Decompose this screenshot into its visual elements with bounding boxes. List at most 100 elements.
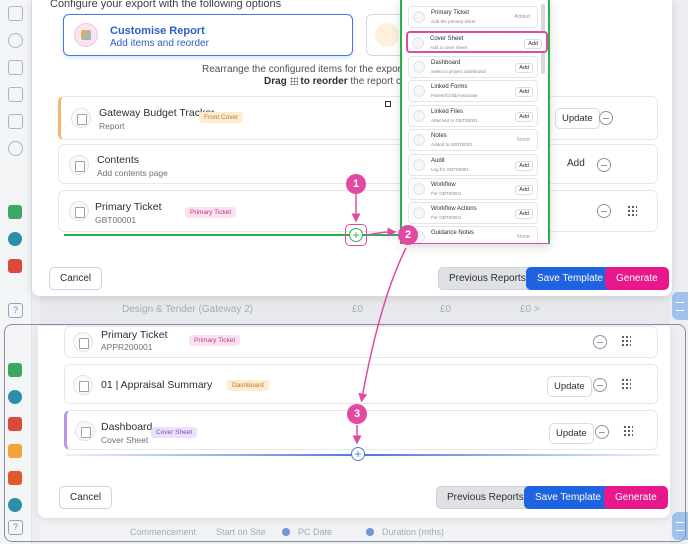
- cancel-button[interactable]: Cancel: [49, 267, 103, 290]
- add-item-highlight: [345, 224, 367, 246]
- help-icon[interactable]: ?: [8, 303, 23, 318]
- remove-icon[interactable]: [599, 111, 613, 125]
- report-item-row[interactable]: Gateway Budget Tracker Report Front Cove…: [58, 96, 658, 140]
- dd-item-notes[interactable]: Notes Added to GBT00001 None: [408, 129, 538, 151]
- dd-item-guidance-notes[interactable]: Guidance Notes None: [408, 226, 538, 243]
- grip-icon: [289, 77, 298, 86]
- bg-value-1: £0: [352, 304, 364, 315]
- dd-item-desc: Add a cover sheet: [430, 45, 468, 50]
- app-green-icon[interactable]: [8, 205, 22, 219]
- dd-item-name: Notes: [431, 133, 447, 139]
- bg-gateway-label: Design & Tender (Gateway 2): [122, 304, 253, 315]
- update-button[interactable]: Update: [547, 376, 592, 397]
- audit-icon: [413, 159, 425, 171]
- step-2-badge: 2: [398, 225, 418, 245]
- drag-handle-icon[interactable]: [627, 205, 637, 217]
- hierarchy-icon[interactable]: [8, 60, 23, 75]
- side-menu-tab[interactable]: [672, 292, 688, 320]
- check-icon[interactable]: [8, 87, 23, 102]
- dd-item-linked-files[interactable]: Linked Files Attached to GBT00001 Add: [408, 105, 538, 127]
- remove-icon[interactable]: [595, 425, 609, 439]
- workflow-icon: [413, 183, 425, 195]
- appraisal-summary-row[interactable]: 01 | Appraisal Summary Dashboard Update: [64, 364, 658, 404]
- dd-item-audit[interactable]: Audit Log for GBT00001 Add: [408, 154, 538, 176]
- dd-add-button[interactable]: Add: [515, 209, 533, 219]
- remove-icon[interactable]: [593, 335, 607, 349]
- appraisal-summary-title: 01 | Appraisal Summary: [101, 379, 213, 391]
- drag-handle-icon[interactable]: [623, 425, 633, 437]
- dashboard-title: Dashboard: [101, 421, 153, 433]
- save-template-button[interactable]: Save Template: [526, 267, 614, 290]
- document-icon[interactable]: [8, 114, 23, 129]
- dd-item-workflow-actions[interactable]: Workflow Actions For GBT00001 Add: [408, 202, 538, 224]
- export-modal: Configure your export with the following…: [32, 0, 672, 296]
- report-item-subtitle: Report: [99, 121, 125, 131]
- dd-item-linked-forms[interactable]: Linked Forms Parent/Child/Associate Add: [408, 80, 538, 102]
- cover-sheet-icon: [75, 421, 95, 441]
- dd-add-button[interactable]: Add: [515, 63, 533, 73]
- generate-button[interactable]: Generate: [604, 486, 668, 509]
- cover-sheet-badge: Cover Sheet: [151, 427, 198, 438]
- excel-icon[interactable]: [8, 259, 22, 273]
- ticket-icon: [69, 201, 89, 221]
- remove-icon[interactable]: [593, 378, 607, 392]
- drag-handle-icon[interactable]: [621, 335, 631, 347]
- dd-item-name: Dashboard: [431, 60, 461, 66]
- dd-add-button[interactable]: Add: [515, 112, 533, 122]
- notes-icon: [413, 134, 425, 146]
- step-1-badge: 1: [346, 174, 366, 194]
- primary-ticket-title: Primary Ticket: [95, 201, 162, 213]
- dd-item-name: Cover Sheet: [430, 36, 464, 42]
- home-icon[interactable]: [8, 6, 23, 21]
- customise-subtitle: Add items and reorder: [110, 38, 209, 49]
- dd-item-dashboard[interactable]: Dashboard Select a project dashboard Add: [408, 56, 538, 78]
- pen-icon[interactable]: [8, 141, 23, 156]
- primary-ticket-subtitle: GBT00001: [95, 215, 137, 225]
- primary-ticket-row-result[interactable]: Primary Ticket APPR200001 Primary Ticket: [64, 326, 658, 358]
- circle-icon[interactable]: [8, 33, 23, 48]
- previous-reports-button[interactable]: Previous Reports: [436, 486, 535, 509]
- dd-item-status: Added: [511, 13, 533, 21]
- dd-item-name: Workflow: [431, 182, 456, 188]
- dd-item-desc: Select a project dashboard: [431, 69, 486, 74]
- cover-sheet-icon: [412, 37, 424, 49]
- update-button[interactable]: Update: [549, 423, 594, 444]
- contents-icon: [69, 155, 89, 175]
- bg-value-2: £0: [440, 304, 452, 315]
- customise-report-card[interactable]: Customise Report Add items and reorder: [63, 14, 353, 56]
- ticket-icon: [413, 11, 425, 23]
- dd-item-primary-ticket[interactable]: Primary Ticket Add the primary ticket Ad…: [408, 6, 538, 28]
- update-button[interactable]: Update: [555, 108, 600, 129]
- drag-word: Drag: [264, 76, 287, 87]
- dd-add-button[interactable]: Add: [515, 161, 533, 171]
- dd-add-button[interactable]: Add: [515, 87, 533, 97]
- drag-handle-icon[interactable]: [621, 378, 631, 390]
- dd-item-desc: For GBT00001: [431, 191, 462, 196]
- customise-title: Customise Report: [110, 25, 205, 37]
- add-item-icon-result[interactable]: +: [351, 447, 365, 461]
- add-item-dropdown: Primary Ticket Add the primary ticket Ad…: [400, 0, 550, 244]
- dd-item-status: None: [513, 136, 533, 144]
- cancel-button[interactable]: Cancel: [59, 486, 113, 509]
- add-contents-button[interactable]: Add: [567, 158, 585, 169]
- primary-ticket-title: Primary Ticket: [101, 329, 168, 341]
- save-template-button[interactable]: Save Template: [524, 486, 612, 509]
- remove-icon[interactable]: [597, 204, 611, 218]
- dd-item-desc: Attached to GBT00001: [431, 118, 478, 123]
- dd-add-button[interactable]: Add: [524, 39, 542, 49]
- dd-item-workflow[interactable]: Workflow For GBT00001 Add: [408, 178, 538, 200]
- dd-item-cover-sheet[interactable]: Cover Sheet Add a cover sheet Add: [406, 31, 548, 53]
- app-teal-icon[interactable]: [8, 232, 22, 246]
- dd-item-status: None: [513, 233, 533, 241]
- previous-reports-button[interactable]: Previous Reports: [438, 267, 537, 290]
- dd-item-name: Workflow Actions: [431, 206, 477, 212]
- dashboard-icon: [413, 61, 425, 73]
- modal-header: Configure your export with the following…: [50, 0, 282, 10]
- dd-item-desc: Add the primary ticket: [431, 19, 476, 24]
- dd-item-name: Linked Forms: [431, 84, 468, 90]
- generate-button[interactable]: Generate: [605, 267, 669, 290]
- remove-icon[interactable]: [597, 158, 611, 172]
- dd-add-button[interactable]: Add: [515, 185, 533, 195]
- bg-gateway-row: Design & Tender (Gateway 2) £0 £0 £0 >: [40, 296, 670, 324]
- front-cover-badge: Front Cover: [199, 112, 244, 123]
